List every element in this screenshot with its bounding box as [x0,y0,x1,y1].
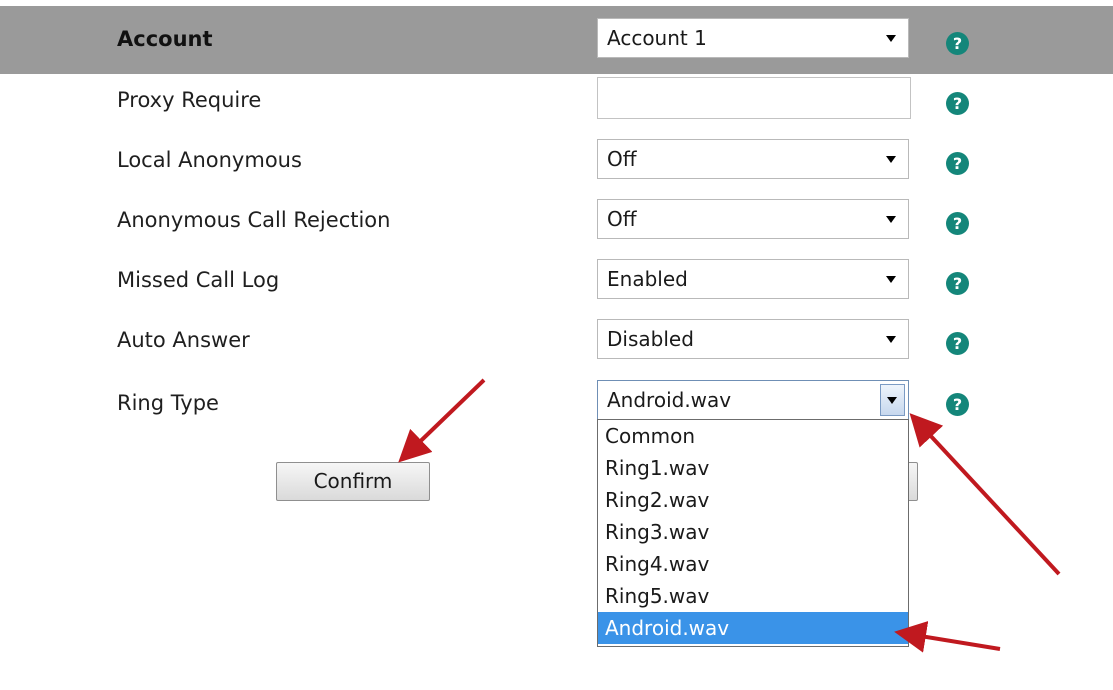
anonymous-call-rejection-value: Off [607,207,637,231]
settings-page: Account Account 1 ? Proxy Require ? Loca… [0,0,1113,690]
ring-type-option-android[interactable]: Android.wav [598,612,908,644]
arrow-to-dropdown-button-icon [909,413,1061,576]
local-anonymous-help-icon[interactable]: ? [946,152,969,175]
confirm-button[interactable]: Confirm [276,462,430,501]
account-select[interactable]: Account 1 [597,18,909,58]
account-select-value: Account 1 [607,26,707,50]
ring-type-option-ring2[interactable]: Ring2.wav [598,484,908,516]
ring-type-option-ring3[interactable]: Ring3.wav [598,516,908,548]
arrow-to-android-option-icon [894,621,1001,653]
proxy-require-help-icon[interactable]: ? [946,92,969,115]
auto-answer-value: Disabled [607,327,694,351]
account-help-icon[interactable]: ? [946,32,969,55]
auto-answer-label: Auto Answer [117,328,250,352]
missed-call-log-select[interactable]: Enabled [597,259,909,299]
chevron-down-icon [887,397,897,404]
proxy-require-label: Proxy Require [117,88,262,112]
ring-type-label: Ring Type [117,391,219,415]
auto-answer-select[interactable]: Disabled [597,319,909,359]
chevron-down-icon [886,336,896,343]
missed-call-log-help-icon[interactable]: ? [946,272,969,295]
chevron-down-icon [886,216,896,223]
proxy-require-input[interactable] [597,77,911,119]
anonymous-call-rejection-help-icon[interactable]: ? [946,212,969,235]
account-label: Account [117,27,213,51]
chevron-down-icon [886,35,896,42]
local-anonymous-label: Local Anonymous [117,148,302,172]
ring-type-dropdown-list: Common Ring1.wav Ring2.wav Ring3.wav Rin… [597,419,909,647]
ring-type-option-ring5[interactable]: Ring5.wav [598,580,908,612]
ring-type-option-ring1[interactable]: Ring1.wav [598,452,908,484]
ring-type-select[interactable]: Android.wav [597,380,909,420]
chevron-down-icon [886,276,896,283]
local-anonymous-value: Off [607,147,637,171]
ring-type-option-common[interactable]: Common [598,420,908,452]
chevron-down-icon [886,156,896,163]
arrow-to-confirm-icon [398,378,486,463]
ring-type-option-ring4[interactable]: Ring4.wav [598,548,908,580]
anonymous-call-rejection-select[interactable]: Off [597,199,909,239]
ring-type-help-icon[interactable]: ? [946,393,969,416]
anonymous-call-rejection-label: Anonymous Call Rejection [117,208,391,232]
local-anonymous-select[interactable]: Off [597,139,909,179]
missed-call-log-value: Enabled [607,267,688,291]
missed-call-log-label: Missed Call Log [117,268,280,292]
ring-type-value: Android.wav [607,388,732,412]
auto-answer-help-icon[interactable]: ? [946,332,969,355]
ring-type-dropdown-button[interactable] [880,384,905,416]
